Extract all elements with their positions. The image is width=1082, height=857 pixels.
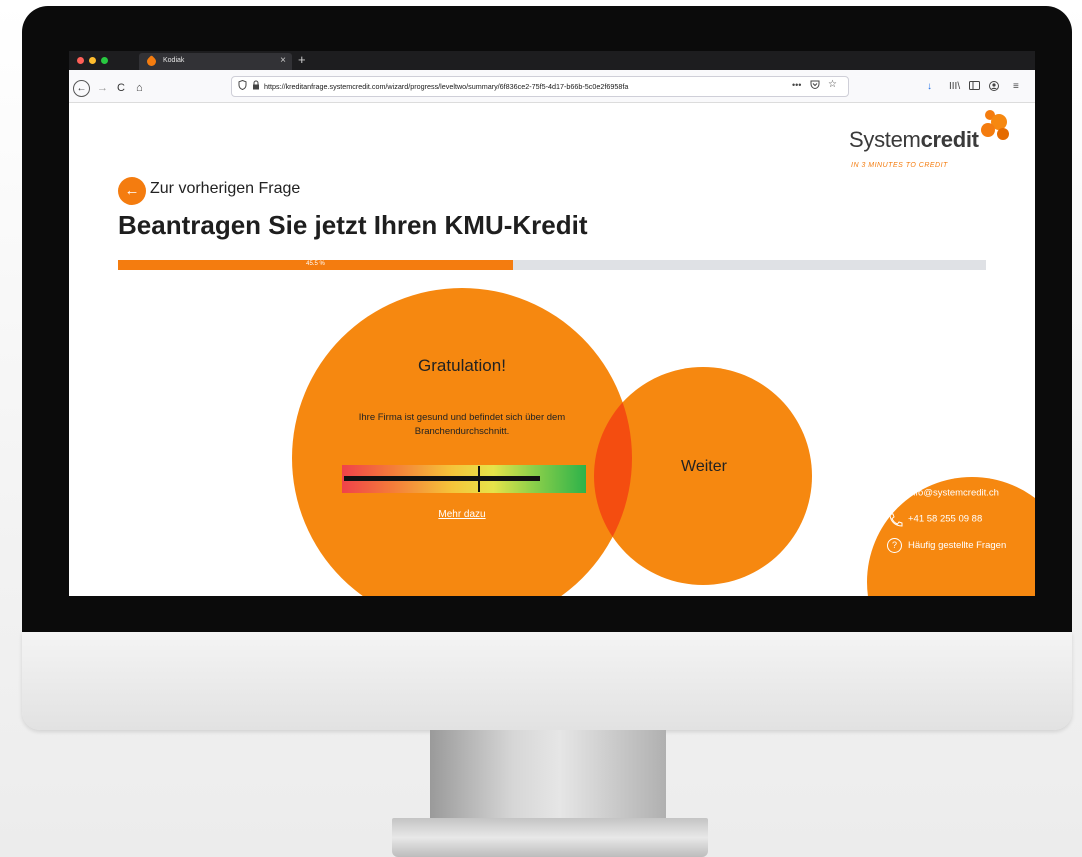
reload-icon[interactable]: C: [117, 81, 125, 95]
page-actions-icon[interactable]: •••: [792, 80, 801, 90]
lock-icon[interactable]: [252, 80, 260, 92]
phone-icon: [887, 513, 903, 527]
browser-tab-bar: Kodiak × +: [69, 51, 1035, 70]
pocket-icon[interactable]: [810, 80, 820, 91]
download-icon[interactable]: ↓: [927, 81, 932, 92]
library-icon[interactable]: III\: [949, 81, 960, 92]
gauge-marker: [477, 466, 480, 492]
tab-close-icon[interactable]: ×: [280, 55, 286, 67]
monitor-stand: [430, 730, 666, 822]
new-tab-button[interactable]: +: [298, 52, 306, 68]
contact-phone[interactable]: +41 58 255 09 88: [887, 513, 982, 527]
progress-label: 45.5 %: [306, 261, 325, 267]
contact-faq-text[interactable]: Häufig gestellte Fragen: [908, 540, 1006, 551]
page-title: Beantragen Sie jetzt Ihren KMU-Kredit: [118, 210, 588, 240]
bookmark-star-icon[interactable]: ☆: [828, 79, 837, 90]
result-heading: Gratulation!: [418, 356, 506, 375]
result-circle: [292, 288, 632, 596]
contact-email-text[interactable]: info@systemcredit.ch: [908, 488, 999, 499]
menu-icon[interactable]: ≡: [1013, 81, 1019, 92]
home-icon[interactable]: ⌂: [136, 81, 143, 95]
account-icon[interactable]: [989, 81, 999, 94]
progress-bar: 45.5 %: [118, 260, 986, 270]
next-button-label[interactable]: Weiter: [649, 458, 759, 476]
question-icon: ?: [887, 538, 902, 553]
url-text[interactable]: https://kreditanfrage.systemcredit.com/w…: [264, 82, 784, 91]
systemcredit-logo[interactable]: Systemcredit: [849, 127, 979, 153]
window-close-button[interactable]: [77, 57, 84, 64]
back-arrow-button[interactable]: ←: [118, 177, 146, 205]
forward-icon[interactable]: →: [97, 81, 108, 95]
logo-dots-icon: [981, 110, 1009, 140]
tracking-shield-icon[interactable]: [238, 79, 247, 92]
logo-text-bold: credit: [920, 127, 979, 152]
mail-icon: [887, 487, 903, 499]
logo-text-light: System: [849, 127, 921, 152]
sidebar-icon[interactable]: [969, 81, 980, 93]
window-minimize-button[interactable]: [89, 57, 96, 64]
contact-faq[interactable]: ? Häufig gestellte Fragen: [887, 538, 1006, 553]
browser-tab[interactable]: Kodiak ×: [139, 53, 292, 70]
contact-phone-text[interactable]: +41 58 255 09 88: [908, 514, 982, 525]
contact-email[interactable]: info@systemcredit.ch: [887, 487, 999, 499]
gauge-bar: [344, 476, 540, 481]
tab-title: Kodiak: [163, 57, 185, 64]
screen: Kodiak × + ← → C ⌂ https://kreditanfrage…: [69, 51, 1035, 596]
result-text: Ihre Firma ist gesund und befindet sich …: [358, 412, 566, 437]
browser-toolbar: ← → C ⌂ https://kreditanfrage.systemcred…: [69, 70, 1035, 103]
back-icon[interactable]: ←: [73, 80, 90, 97]
more-info-link[interactable]: Mehr dazu: [292, 509, 632, 520]
health-gauge: [342, 465, 586, 493]
previous-question-link[interactable]: Zur vorherigen Frage: [150, 180, 300, 198]
monitor-stand-base: [392, 818, 708, 857]
kodiak-favicon-icon: [145, 55, 158, 68]
window-zoom-button[interactable]: [101, 57, 108, 64]
web-page: Systemcredit IN 3 MINUTES TO CREDIT ← Zu…: [69, 104, 1035, 596]
monitor-chin: [22, 632, 1072, 730]
logo-tagline: IN 3 MINUTES TO CREDIT: [851, 162, 948, 169]
url-bar[interactable]: https://kreditanfrage.systemcredit.com/w…: [231, 76, 849, 97]
next-button-circle[interactable]: [594, 367, 812, 585]
